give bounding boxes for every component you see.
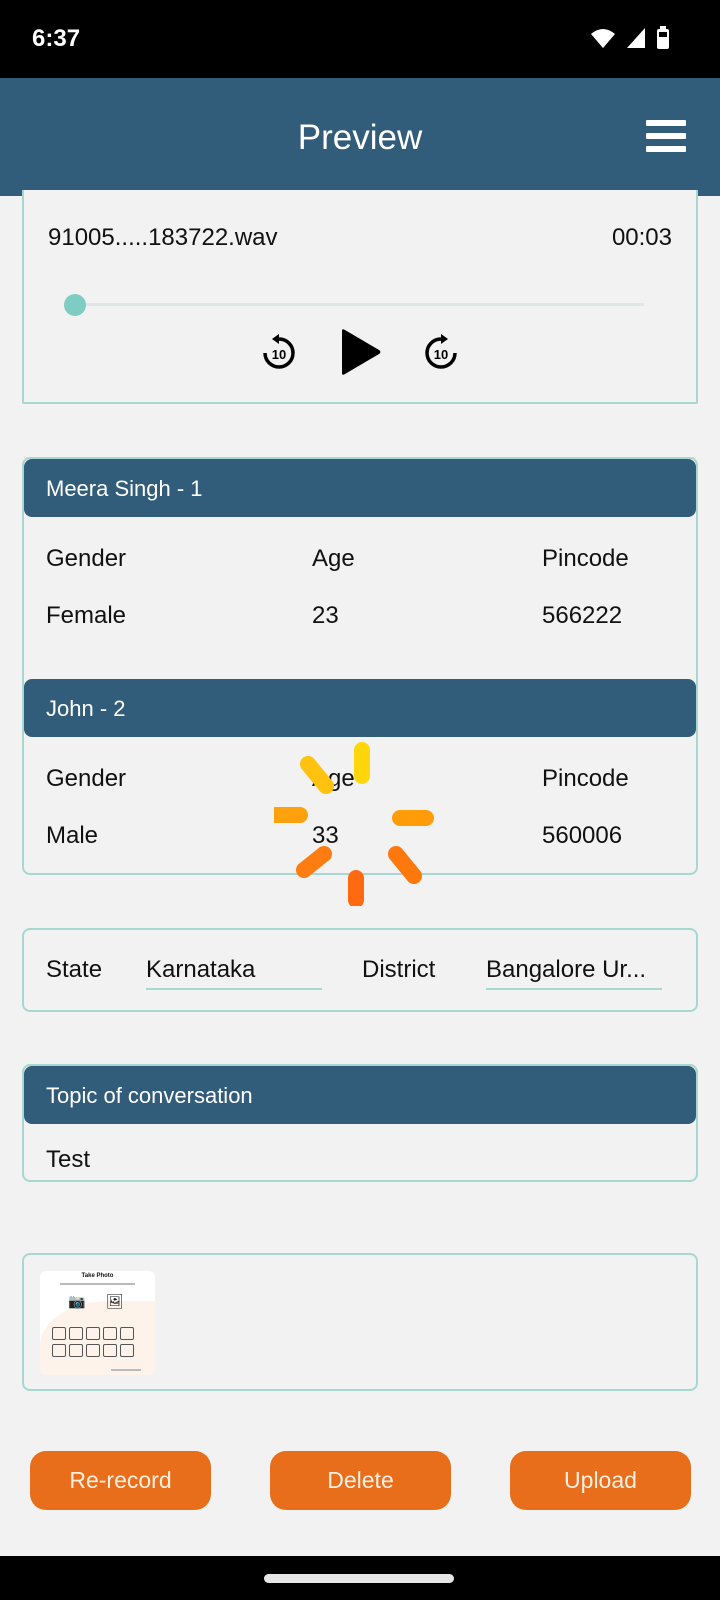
photo-thumbnail[interactable]: Take Photo 📷 🖼: [40, 1271, 155, 1375]
pincode-value: 566222: [542, 602, 623, 629]
upload-button[interactable]: Upload: [510, 1451, 691, 1510]
status-time: 6:37: [32, 25, 81, 52]
photos-card: Take Photo 📷 🖼: [22, 1253, 698, 1391]
topic-value: Test: [46, 1146, 91, 1173]
seek-bar-thumb[interactable]: [64, 294, 86, 316]
audio-file-name: 91005.....183722.wav: [48, 224, 278, 251]
district-field[interactable]: Bangalore Ur...: [486, 956, 662, 990]
audio-player: 91005.....183722.wav 00:03 10 10: [22, 190, 698, 404]
signal-icon: [627, 28, 645, 48]
battery-icon: [657, 26, 669, 49]
status-bar: 6:37: [0, 0, 720, 78]
hamburger-menu-icon[interactable]: [646, 120, 686, 152]
gender-label: Gender: [46, 545, 127, 572]
location-card: State Karnataka District Bangalore Ur...: [22, 928, 698, 1012]
rewind-10-button[interactable]: 10: [260, 333, 298, 371]
age-value: 23: [312, 602, 339, 629]
gallery-icon: 🖼: [106, 1293, 124, 1309]
audio-duration: 00:03: [611, 224, 672, 251]
participant-2-header: John - 2: [24, 679, 696, 737]
participant-1-header: Meera Singh - 1: [24, 459, 696, 517]
rewind-10-icon: 10: [263, 334, 295, 369]
pincode-value: 560006: [542, 822, 623, 849]
gender-label: Gender: [46, 765, 127, 792]
home-gesture-handle[interactable]: [264, 1574, 454, 1583]
play-button[interactable]: [338, 328, 382, 376]
age-value: 33: [312, 822, 339, 849]
app-bar: Preview: [0, 78, 720, 196]
pincode-label: Pincode: [542, 545, 629, 572]
delete-button[interactable]: Delete: [270, 1451, 451, 1510]
district-label: District: [362, 956, 436, 983]
svg-text:10: 10: [272, 347, 286, 362]
page-title: Preview: [297, 118, 423, 157]
play-icon: [342, 329, 381, 375]
svg-text:10: 10: [434, 347, 448, 362]
camera-icon: 📷: [68, 1293, 86, 1309]
thumbnail-title: Take Photo: [81, 1273, 114, 1279]
seek-bar-track[interactable]: [74, 303, 644, 306]
rerecord-button[interactable]: Re-record: [30, 1451, 211, 1510]
gender-value: Male: [46, 822, 99, 849]
topic-card: Topic of conversation Test: [22, 1064, 698, 1182]
state-label: State: [46, 956, 103, 983]
participants-card: Meera Singh - 1 Gender Age Pincode Femal…: [22, 457, 698, 875]
system-nav-bar: [0, 1556, 720, 1600]
age-label: Age: [312, 545, 355, 572]
topic-header: Topic of conversation: [24, 1066, 696, 1124]
pincode-label: Pincode: [542, 765, 629, 792]
gender-value: Female: [46, 602, 127, 629]
wifi-icon: [591, 29, 615, 48]
forward-10-icon: 10: [425, 334, 457, 369]
image-placeholder-grid: [52, 1327, 134, 1357]
age-label: Age: [312, 765, 355, 792]
forward-10-button[interactable]: 10: [422, 333, 460, 371]
state-field[interactable]: Karnataka: [146, 956, 322, 990]
